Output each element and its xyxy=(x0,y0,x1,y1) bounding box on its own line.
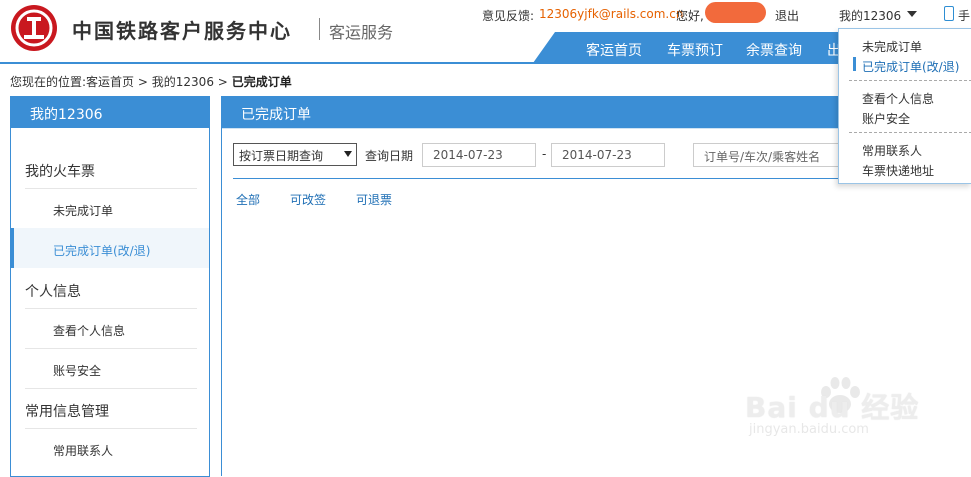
logout-link[interactable]: 退出 xyxy=(775,7,799,24)
menu-item-unfinished-orders[interactable]: 未完成订单 xyxy=(862,38,922,55)
sidebar-item-contacts[interactable]: 常用联系人 xyxy=(53,442,113,459)
sidebar: 我的12306 我的火车票 未完成订单 已完成订单(改/退) 个人信息 查看个人… xyxy=(10,96,210,477)
filter-tab-all[interactable]: 全部 xyxy=(236,191,260,208)
sidebar-category-personal: 个人信息 xyxy=(25,284,81,300)
breadcrumb-home[interactable]: 客运首页 xyxy=(86,75,134,89)
query-type-value: 按订票日期查询 xyxy=(239,149,324,163)
site-title: 中国铁路客户服务中心 xyxy=(72,19,292,43)
sidebar-item-unfinished-orders[interactable]: 未完成订单 xyxy=(53,202,113,219)
menu-item-account-security[interactable]: 账户安全 xyxy=(862,110,910,127)
header-divider xyxy=(0,62,971,64)
menu-item-contacts[interactable]: 常用联系人 xyxy=(862,142,922,159)
my-account-menu[interactable]: 我的12306 xyxy=(839,7,901,24)
breadcrumb-account[interactable]: 我的12306 xyxy=(152,75,214,89)
sidebar-divider xyxy=(25,388,197,389)
mobile-link[interactable]: 手 xyxy=(958,7,970,24)
date-to-value: 2014-07-23 xyxy=(562,148,632,162)
nav-remaining-tickets[interactable]: 余票查询 xyxy=(746,40,802,60)
menu-active-marker xyxy=(853,57,856,71)
dropdown-arrow-icon xyxy=(344,151,352,157)
nav-home[interactable]: 客运首页 xyxy=(586,40,642,60)
sidebar-divider xyxy=(25,348,197,349)
mobile-phone-icon[interactable] xyxy=(944,6,954,21)
menu-divider xyxy=(849,80,971,81)
watermark-url: jingyan.baidu.com xyxy=(749,422,869,437)
site-header: 中国铁路客户服务中心 客运服务 意见反馈: 12306yjfk@rails.co… xyxy=(0,0,971,64)
date-to-input[interactable]: 2014-07-23 xyxy=(551,143,665,167)
account-dropdown-menu: 未完成订单 已完成订单(改/退) 查看个人信息 账户安全 常用联系人 车票快递地… xyxy=(838,28,971,184)
sidebar-header: 我的12306 xyxy=(10,96,210,128)
breadcrumb: 您现在的位置:客运首页 > 我的12306 > 已完成订单 xyxy=(10,73,292,90)
sidebar-category-tickets: 我的火车票 xyxy=(25,164,95,180)
breadcrumb-separator: > xyxy=(217,75,228,89)
menu-divider xyxy=(849,132,971,133)
baidu-jingyan-watermark: Bai du 经验 jingyan.baidu.com xyxy=(745,376,965,442)
query-type-select[interactable]: 按订票日期查询 xyxy=(233,143,357,166)
site-subtitle: 客运服务 xyxy=(329,23,394,42)
menu-item-delivery-address[interactable]: 车票快递地址 xyxy=(862,162,934,179)
filter-tab-changeable[interactable]: 可改签 xyxy=(290,191,326,208)
sidebar-item-finished-orders[interactable]: 已完成订单(改/退) xyxy=(53,242,150,259)
feedback-label: 意见反馈: xyxy=(482,9,535,23)
feedback-email-link[interactable]: 12306yjfk@rails.com.cn xyxy=(539,7,683,21)
breadcrumb-separator: > xyxy=(137,75,148,89)
sidebar-category-common: 常用信息管理 xyxy=(25,404,109,420)
sidebar-item-view-info[interactable]: 查看个人信息 xyxy=(53,322,125,339)
redacted-username xyxy=(705,2,766,23)
nav-booking[interactable]: 车票预订 xyxy=(667,40,723,60)
date-label: 查询日期 xyxy=(365,149,414,163)
greeting-text: 您好, xyxy=(676,9,704,23)
breadcrumb-prefix: 您现在的位置: xyxy=(10,75,87,89)
sidebar-divider xyxy=(25,188,197,189)
railway-logo-icon[interactable] xyxy=(11,5,57,51)
keyword-placeholder: 订单号/车次/乘客姓名 xyxy=(704,150,821,164)
sidebar-divider xyxy=(25,308,197,309)
sidebar-divider xyxy=(25,428,197,429)
chevron-down-icon[interactable] xyxy=(907,11,917,17)
watermark-brand: Bai du 经验 xyxy=(745,391,920,424)
menu-item-finished-orders[interactable]: 已完成订单(改/退) xyxy=(862,58,959,75)
breadcrumb-current: 已完成订单 xyxy=(231,75,292,89)
sidebar-item-security[interactable]: 账号安全 xyxy=(53,362,101,379)
sidebar-title: 我的12306 xyxy=(30,107,103,123)
page-title: 已完成订单 xyxy=(241,107,311,123)
filter-tab-refundable[interactable]: 可退票 xyxy=(356,191,392,208)
date-from-input[interactable]: 2014-07-23 xyxy=(422,143,536,167)
date-range-dash: - xyxy=(542,147,547,161)
date-from-value: 2014-07-23 xyxy=(433,148,503,162)
title-divider xyxy=(319,18,320,40)
sidebar-active-marker xyxy=(11,228,14,268)
menu-item-view-info[interactable]: 查看个人信息 xyxy=(862,90,934,107)
